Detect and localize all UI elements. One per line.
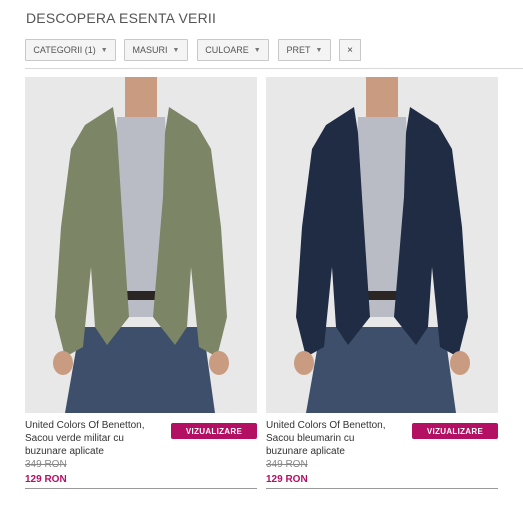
filter-pret-button[interactable]: PRET ▼ xyxy=(278,39,331,61)
page-title: DESCOPERA ESENTA VERII xyxy=(26,10,217,26)
jacket-photo xyxy=(25,77,257,413)
old-price: 349 RON xyxy=(266,459,308,470)
filter-label: CATEGORII (1) xyxy=(33,45,96,55)
filter-masuri-button[interactable]: MASURI ▼ xyxy=(124,39,188,61)
jacket-photo xyxy=(266,77,498,413)
product-info: United Colors Of Benetton, Sacou verde m… xyxy=(25,413,257,493)
product-image[interactable] xyxy=(266,77,498,413)
view-product-button[interactable]: VIZUALIZARE xyxy=(171,423,257,439)
product-image[interactable] xyxy=(25,77,257,413)
chevron-down-icon: ▼ xyxy=(253,46,261,54)
filter-label: MASURI xyxy=(132,45,168,55)
product-info: United Colors Of Benetton, Sacou bleumar… xyxy=(266,413,498,493)
new-price: 129 RON xyxy=(25,474,67,485)
close-icon: × xyxy=(347,44,353,56)
neck-shape xyxy=(125,77,157,117)
filter-culoare-button[interactable]: CULOARE ▼ xyxy=(197,39,269,61)
clear-filters-button[interactable]: × xyxy=(339,39,361,61)
product-card: United Colors Of Benetton, Sacou bleumar… xyxy=(266,77,498,493)
jeans-shape xyxy=(65,327,215,413)
old-price: 349 RON xyxy=(25,459,67,470)
filter-label: CULOARE xyxy=(205,45,249,55)
divider xyxy=(25,488,257,489)
chevron-down-icon: ▼ xyxy=(100,46,108,54)
filter-label: PRET xyxy=(286,45,311,55)
new-price: 129 RON xyxy=(266,474,308,485)
jeans-shape xyxy=(306,327,456,413)
view-product-button[interactable]: VIZUALIZARE xyxy=(412,423,498,439)
product-name[interactable]: United Colors Of Benetton, Sacou bleumar… xyxy=(266,419,414,458)
product-name[interactable]: United Colors Of Benetton, Sacou verde m… xyxy=(25,419,173,458)
product-card: United Colors Of Benetton, Sacou verde m… xyxy=(25,77,257,493)
neck-shape xyxy=(366,77,398,117)
chevron-down-icon: ▼ xyxy=(172,46,180,54)
divider xyxy=(266,488,498,489)
chevron-down-icon: ▼ xyxy=(315,46,323,54)
filter-bar: CATEGORII (1) ▼ MASURI ▼ CULOARE ▼ PRET … xyxy=(25,39,523,69)
filter-categorii-button[interactable]: CATEGORII (1) ▼ xyxy=(25,39,116,61)
